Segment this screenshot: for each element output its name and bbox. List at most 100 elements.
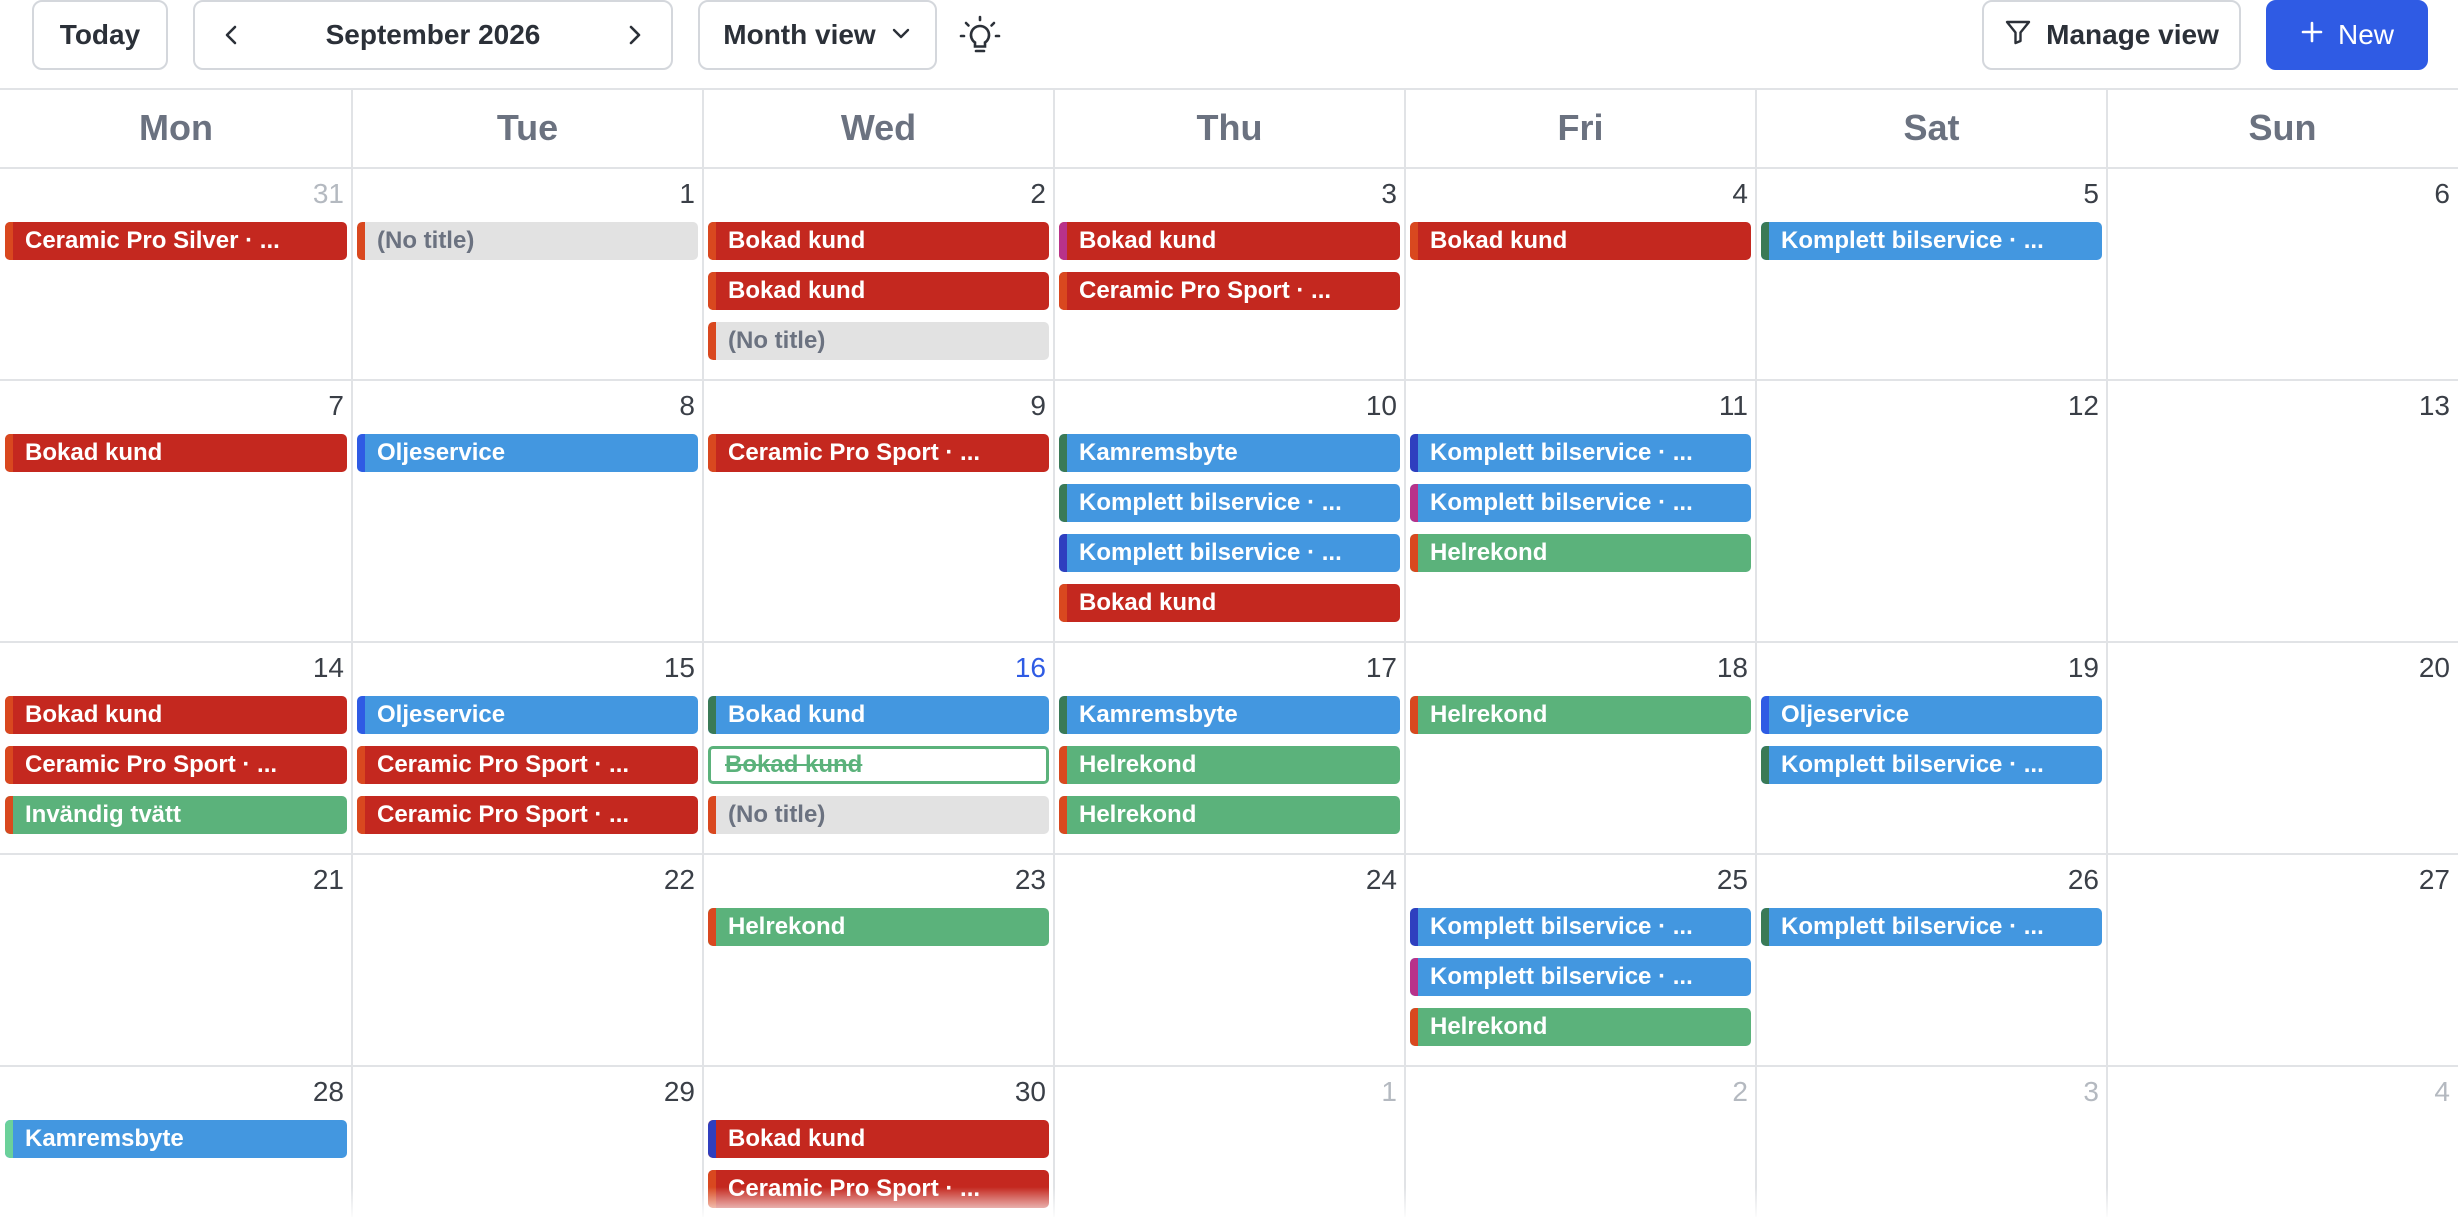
lightbulb-icon[interactable] xyxy=(958,14,1002,58)
day-cell[interactable]: 6 xyxy=(2107,168,2458,380)
calendar-event[interactable]: Komplett bilservice · ... xyxy=(1761,908,2102,946)
day-cell[interactable]: 17 Kamremsbyte Helrekond Helrekond xyxy=(1054,642,1405,854)
day-cell[interactable]: 23 Helrekond xyxy=(703,854,1054,1066)
calendar-event[interactable]: (No title) xyxy=(708,322,1049,360)
calendar-event[interactable]: Bokad kund xyxy=(1059,584,1400,622)
day-cell[interactable]: 15 Oljeservice Ceramic Pro Sport · ... Cera… xyxy=(352,642,703,854)
day-cell[interactable]: 29 xyxy=(352,1066,703,1217)
calendar-event[interactable]: Bokad kund xyxy=(708,696,1049,734)
today-button[interactable]: Today xyxy=(32,0,168,70)
calendar-event[interactable]: Helrekond xyxy=(1059,746,1400,784)
calendar-event[interactable]: Invändig tvätt xyxy=(5,796,347,834)
day-number: 9 xyxy=(1030,390,1046,421)
day-cell[interactable]: 7 Bokad kund xyxy=(0,380,352,642)
day-cell[interactable]: 18 Helrekond xyxy=(1405,642,1756,854)
calendar-event[interactable]: Helrekond xyxy=(1410,1008,1751,1046)
calendar-event[interactable]: Oljeservice xyxy=(357,434,698,472)
calendar-event[interactable]: Ceramic Pro Silver · ... xyxy=(5,222,347,260)
calendar-event[interactable]: Ceramic Pro Sport · ... xyxy=(1059,272,1400,310)
calendar-event[interactable]: Ceramic Pro Sport · ... xyxy=(357,796,698,834)
day-number: 12 xyxy=(2067,390,2099,421)
event-color-strip xyxy=(1410,222,1418,260)
day-cell[interactable]: 10 Kamremsbyte Komplett bilservice · ... Ko… xyxy=(1054,380,1405,642)
calendar-event[interactable]: Oljeservice xyxy=(357,696,698,734)
calendar-event[interactable]: Ceramic Pro Sport · ... xyxy=(708,434,1049,472)
chevron-right-icon[interactable] xyxy=(619,20,649,50)
day-cell[interactable]: 22 xyxy=(352,854,703,1066)
event-title: (No title) xyxy=(377,227,475,254)
calendar-event[interactable]: Komplett bilservice · ... xyxy=(1761,746,2102,784)
calendar-event[interactable]: Ceramic Pro Sport · ... xyxy=(708,1170,1049,1208)
day-cell[interactable]: 3 Bokad kund Ceramic Pro Sport · ... xyxy=(1054,168,1405,380)
event-color-strip xyxy=(1410,1008,1418,1046)
calendar-event[interactable]: Bokad kund xyxy=(5,434,347,472)
day-cell[interactable]: 24 xyxy=(1054,854,1405,1066)
calendar-event[interactable]: Helrekond xyxy=(1410,696,1751,734)
calendar-event[interactable]: Komplett bilservice · ... xyxy=(1410,484,1751,522)
day-cell[interactable]: 3 xyxy=(1756,1066,2107,1217)
day-cell[interactable]: 13 xyxy=(2107,380,2458,642)
calendar-event[interactable]: Ceramic Pro Sport · ... xyxy=(5,746,347,784)
calendar-event[interactable]: Bokad kund xyxy=(1059,222,1400,260)
event-color-strip xyxy=(1059,484,1067,522)
day-number: 17 xyxy=(1365,652,1397,683)
calendar-event[interactable]: Bokad kund xyxy=(708,272,1049,310)
day-cell[interactable]: 21 xyxy=(0,854,352,1066)
day-cell[interactable]: 19 Oljeservice Komplett bilservice · ... xyxy=(1756,642,2107,854)
day-cell[interactable]: 28 Kamremsbyte xyxy=(0,1066,352,1217)
calendar-event[interactable]: Bokad kund xyxy=(708,746,1049,784)
calendar-event[interactable]: Komplett bilservice · ... xyxy=(1410,908,1751,946)
day-cell[interactable]: 31 Ceramic Pro Silver · ... xyxy=(0,168,352,380)
event-title: Komplett bilservice · ... xyxy=(1430,439,1693,466)
day-cell[interactable]: 5 Komplett bilservice · ... xyxy=(1756,168,2107,380)
event-color-strip xyxy=(708,1170,716,1208)
calendar-event[interactable]: Bokad kund xyxy=(708,1120,1049,1158)
day-cell[interactable]: 26 Komplett bilservice · ... xyxy=(1756,854,2107,1066)
day-cell[interactable]: 2 Bokad kund Bokad kund (No title) xyxy=(703,168,1054,380)
day-cell[interactable]: 2 xyxy=(1405,1066,1756,1217)
day-cell[interactable]: 27 xyxy=(2107,854,2458,1066)
calendar-event[interactable]: Ceramic Pro Sport · ... xyxy=(357,746,698,784)
event-title: Bokad kund xyxy=(725,751,863,778)
view-select-label: Month view xyxy=(723,19,876,50)
day-cell[interactable]: 30 Bokad kund Ceramic Pro Sport · ... xyxy=(703,1066,1054,1217)
calendar-event[interactable]: Kamremsbyte xyxy=(1059,696,1400,734)
calendar-event[interactable]: Komplett bilservice · ... xyxy=(1059,534,1400,572)
calendar-event[interactable]: Bokad kund xyxy=(5,696,347,734)
calendar-event[interactable]: Komplett bilservice · ... xyxy=(1410,958,1751,996)
new-event-button[interactable]: New xyxy=(2266,0,2428,70)
calendar-event[interactable]: Kamremsbyte xyxy=(1059,434,1400,472)
calendar-event[interactable]: Helrekond xyxy=(1059,796,1400,834)
day-cell[interactable]: 25 Komplett bilservice · ... Komplett bils… xyxy=(1405,854,1756,1066)
day-number: 6 xyxy=(2434,178,2450,209)
event-title: Oljeservice xyxy=(377,439,506,466)
day-cell[interactable]: 12 xyxy=(1756,380,2107,642)
calendar-event[interactable]: Kamremsbyte xyxy=(5,1120,347,1158)
calendar-event[interactable]: Komplett bilservice · ... xyxy=(1761,222,2102,260)
calendar-event[interactable]: Bokad kund xyxy=(1410,222,1751,260)
day-cell[interactable]: 8 Oljeservice xyxy=(352,380,703,642)
event-color-strip xyxy=(1059,534,1067,572)
calendar-event[interactable]: Komplett bilservice · ... xyxy=(1410,434,1751,472)
day-cell[interactable]: 4 Bokad kund xyxy=(1405,168,1756,380)
day-cell[interactable]: 4 xyxy=(2107,1066,2458,1217)
calendar-event[interactable]: (No title) xyxy=(708,796,1049,834)
calendar-event[interactable]: Oljeservice xyxy=(1761,696,2102,734)
calendar-event[interactable]: Helrekond xyxy=(1410,534,1751,572)
day-cell[interactable]: 9 Ceramic Pro Sport · ... xyxy=(703,380,1054,642)
calendar-event[interactable]: (No title) xyxy=(357,222,698,260)
day-cell[interactable]: 16 Bokad kund Bokad kund (No title) xyxy=(703,642,1054,854)
view-select-button[interactable]: Month view xyxy=(698,0,937,70)
chevron-left-icon[interactable] xyxy=(217,20,247,50)
day-cell[interactable]: 1 (No title) xyxy=(352,168,703,380)
event-title: Bokad kund xyxy=(728,227,866,254)
calendar-event[interactable]: Komplett bilservice · ... xyxy=(1059,484,1400,522)
calendar-event[interactable]: Bokad kund xyxy=(708,222,1049,260)
day-cell[interactable]: 11 Komplett bilservice · ... Komplett bils… xyxy=(1405,380,1756,642)
manage-view-button[interactable]: Manage view xyxy=(1982,0,2241,70)
calendar-event[interactable]: Helrekond xyxy=(708,908,1049,946)
day-cell[interactable]: 1 xyxy=(1054,1066,1405,1217)
day-cell[interactable]: 14 Bokad kund Ceramic Pro Sport · ... Invän… xyxy=(0,642,352,854)
day-cell[interactable]: 20 xyxy=(2107,642,2458,854)
day-number: 18 xyxy=(1716,652,1748,683)
